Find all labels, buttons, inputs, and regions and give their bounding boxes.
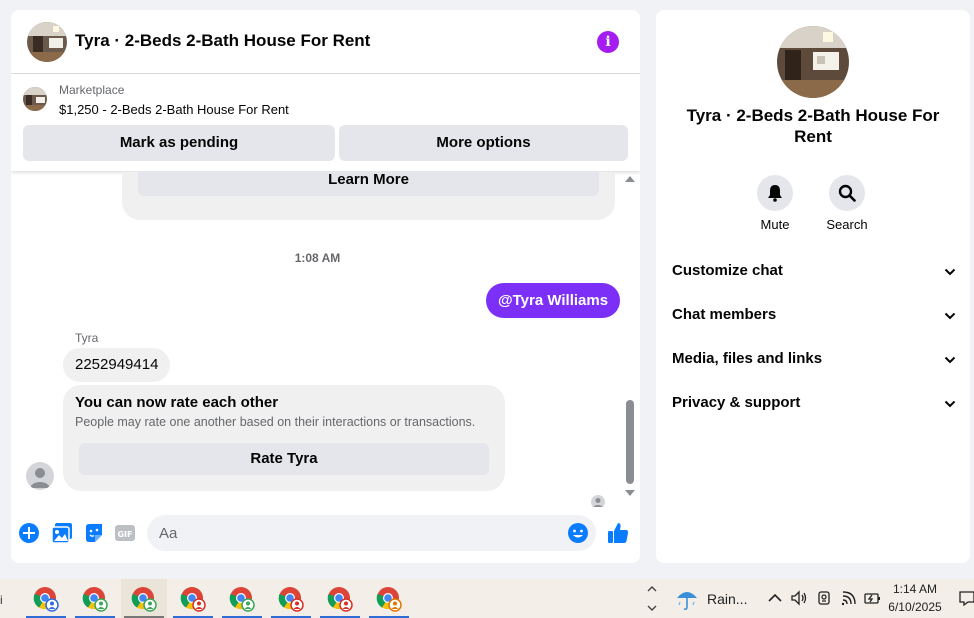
gif-icon[interactable]: GIF	[114, 522, 136, 544]
listing-avatar[interactable]	[27, 22, 67, 62]
marketplace-banner: Marketplace $1,250 - 2-Beds 2-Bath House…	[11, 74, 640, 171]
taskbar-chrome-profile-green-icon[interactable]	[121, 579, 167, 618]
taskbar-edge-glyph: i	[0, 593, 3, 607]
message-timestamp: 1:08 AM	[294, 251, 341, 265]
chat-members-section[interactable]: Chat members	[672, 294, 956, 338]
show-hidden-icons-chevron-icon[interactable]	[766, 589, 784, 607]
section-title: Privacy & support	[672, 394, 801, 411]
scroll-down-arrow-icon[interactable]	[625, 490, 635, 496]
media-files-links-section[interactable]: Media, files and links	[672, 338, 956, 382]
clock-time[interactable]: 1:14 AM	[888, 582, 942, 596]
listing-profile-photo[interactable]	[777, 26, 849, 98]
section-title: Customize chat	[672, 262, 783, 279]
scroll-up-arrow-icon[interactable]	[625, 176, 635, 182]
listing-price-title[interactable]: $1,250 - 2-Beds 2-Bath House For Rent	[59, 102, 289, 117]
listing-thumbnail[interactable]	[23, 87, 47, 111]
search-label: Search	[826, 217, 868, 232]
scrollbar-thumb[interactable]	[626, 400, 634, 484]
info-icon[interactable]: i	[597, 31, 619, 53]
taskbar-chrome-profile-red-icon[interactable]	[268, 579, 314, 618]
search-action[interactable]: Search	[812, 175, 882, 232]
bell-icon[interactable]	[757, 175, 793, 211]
rating-card: You can now rate each other People may r…	[63, 385, 505, 491]
taskbar-chrome-profile-red-icon[interactable]	[170, 579, 216, 618]
thumbs-up-icon[interactable]	[606, 521, 630, 545]
mute-label: Mute	[760, 217, 790, 232]
chevron-down-icon	[944, 400, 956, 408]
chat-panel: Tyra · 2-Beds 2-Bath House For Rent i Ma…	[11, 10, 640, 563]
sender-avatar[interactable]	[26, 462, 54, 490]
chat-header: Tyra · 2-Beds 2-Bath House For Rent i	[11, 10, 640, 74]
taskbar-chrome-profile-red-icon[interactable]	[317, 579, 363, 618]
plus-icon[interactable]	[18, 522, 40, 544]
chat-title[interactable]: Tyra · 2-Beds 2-Bath House For Rent	[75, 31, 370, 51]
search-icon[interactable]	[829, 175, 865, 211]
privacy-support-section[interactable]: Privacy & support	[672, 382, 956, 426]
svg-text:GIF: GIF	[117, 530, 132, 539]
section-title: Chat members	[672, 306, 777, 323]
rating-title: You can now rate each other	[75, 394, 279, 411]
windows-taskbar: i Rain... 1:14 AM 6/10/2025	[0, 579, 974, 618]
taskbar-chrome-profile-orange-icon[interactable]	[366, 579, 412, 618]
messages-scrollbar[interactable]	[623, 172, 637, 507]
wifi-icon[interactable]	[840, 589, 858, 607]
rate-tyra-button[interactable]: Rate Tyra	[79, 443, 489, 475]
sent-message-mention[interactable]: @Tyra Williams	[486, 283, 621, 318]
meet-now-icon[interactable]	[815, 589, 833, 607]
conversation-details-panel: Tyra · 2-Beds 2-Bath House For Rent Mute…	[656, 10, 970, 563]
clock-date[interactable]: 6/10/2025	[886, 600, 944, 614]
details-title: Tyra · 2-Beds 2-Bath House For Rent	[686, 106, 940, 146]
previous-message-card: Learn More	[122, 172, 615, 220]
volume-icon[interactable]	[790, 589, 808, 607]
received-message[interactable]: 2252949414	[63, 348, 171, 382]
mark-as-pending-button[interactable]: Mark as pending	[23, 125, 335, 161]
taskbar-overflow-arrows-icon[interactable]	[646, 582, 658, 615]
message-list: Learn More 1:08 AM @Tyra Williams Tyra 2…	[11, 172, 640, 507]
taskbar-chrome-profile-blue-icon[interactable]	[23, 579, 69, 618]
read-receipt-avatar	[591, 495, 605, 507]
chevron-down-icon	[944, 312, 956, 320]
learn-more-button[interactable]: Learn More	[138, 172, 599, 196]
notifications-icon[interactable]	[958, 589, 974, 607]
sender-name: Tyra	[75, 331, 99, 345]
rating-subtitle: People may rate one another based on the…	[75, 415, 476, 429]
message-input[interactable]	[147, 515, 596, 551]
customize-chat-section[interactable]: Customize chat	[672, 250, 956, 294]
mute-action[interactable]: Mute	[740, 175, 810, 232]
emoji-icon[interactable]	[567, 522, 589, 544]
chevron-down-icon	[944, 268, 956, 276]
battery-charging-icon[interactable]	[863, 589, 881, 607]
section-title: Media, files and links	[672, 350, 823, 367]
sticker-icon[interactable]	[83, 522, 105, 544]
weather-label[interactable]: Rain...	[707, 591, 747, 607]
more-options-button[interactable]: More options	[339, 125, 628, 161]
message-composer: GIF	[11, 510, 640, 556]
chevron-down-icon	[944, 356, 956, 364]
gallery-icon[interactable]	[51, 522, 73, 544]
taskbar-chrome-profile-green-icon[interactable]	[72, 579, 118, 618]
rain-weather-icon[interactable]	[674, 586, 700, 612]
taskbar-chrome-profile-green-icon[interactable]	[219, 579, 265, 618]
marketplace-label: Marketplace	[59, 83, 125, 97]
